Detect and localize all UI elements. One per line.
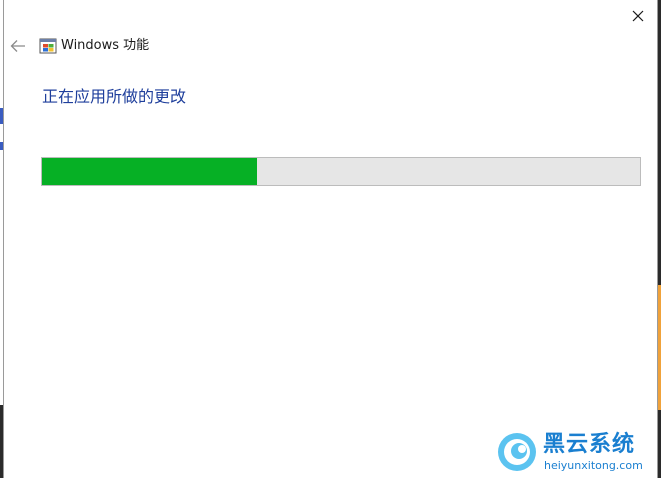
status-heading: 正在应用所做的更改 (42, 87, 187, 106)
back-button[interactable] (8, 36, 28, 56)
windows-features-dialog: Windows 功能 正在应用所做的更改 (3, 0, 658, 478)
windows-features-icon (39, 38, 57, 54)
close-icon (632, 10, 644, 22)
watermark-domain: heiyunxitong.com (544, 459, 643, 472)
watermark: 黑云系统 heiyunxitong.com (497, 432, 657, 476)
progress-bar-fill (42, 158, 258, 185)
progress-bar (41, 157, 641, 186)
watermark-name: 黑云系统 (543, 432, 636, 457)
close-button[interactable] (625, 4, 651, 28)
back-arrow-icon (10, 40, 25, 52)
window-title: Windows 功能 (61, 38, 150, 53)
cloud-logo-icon (498, 433, 536, 471)
